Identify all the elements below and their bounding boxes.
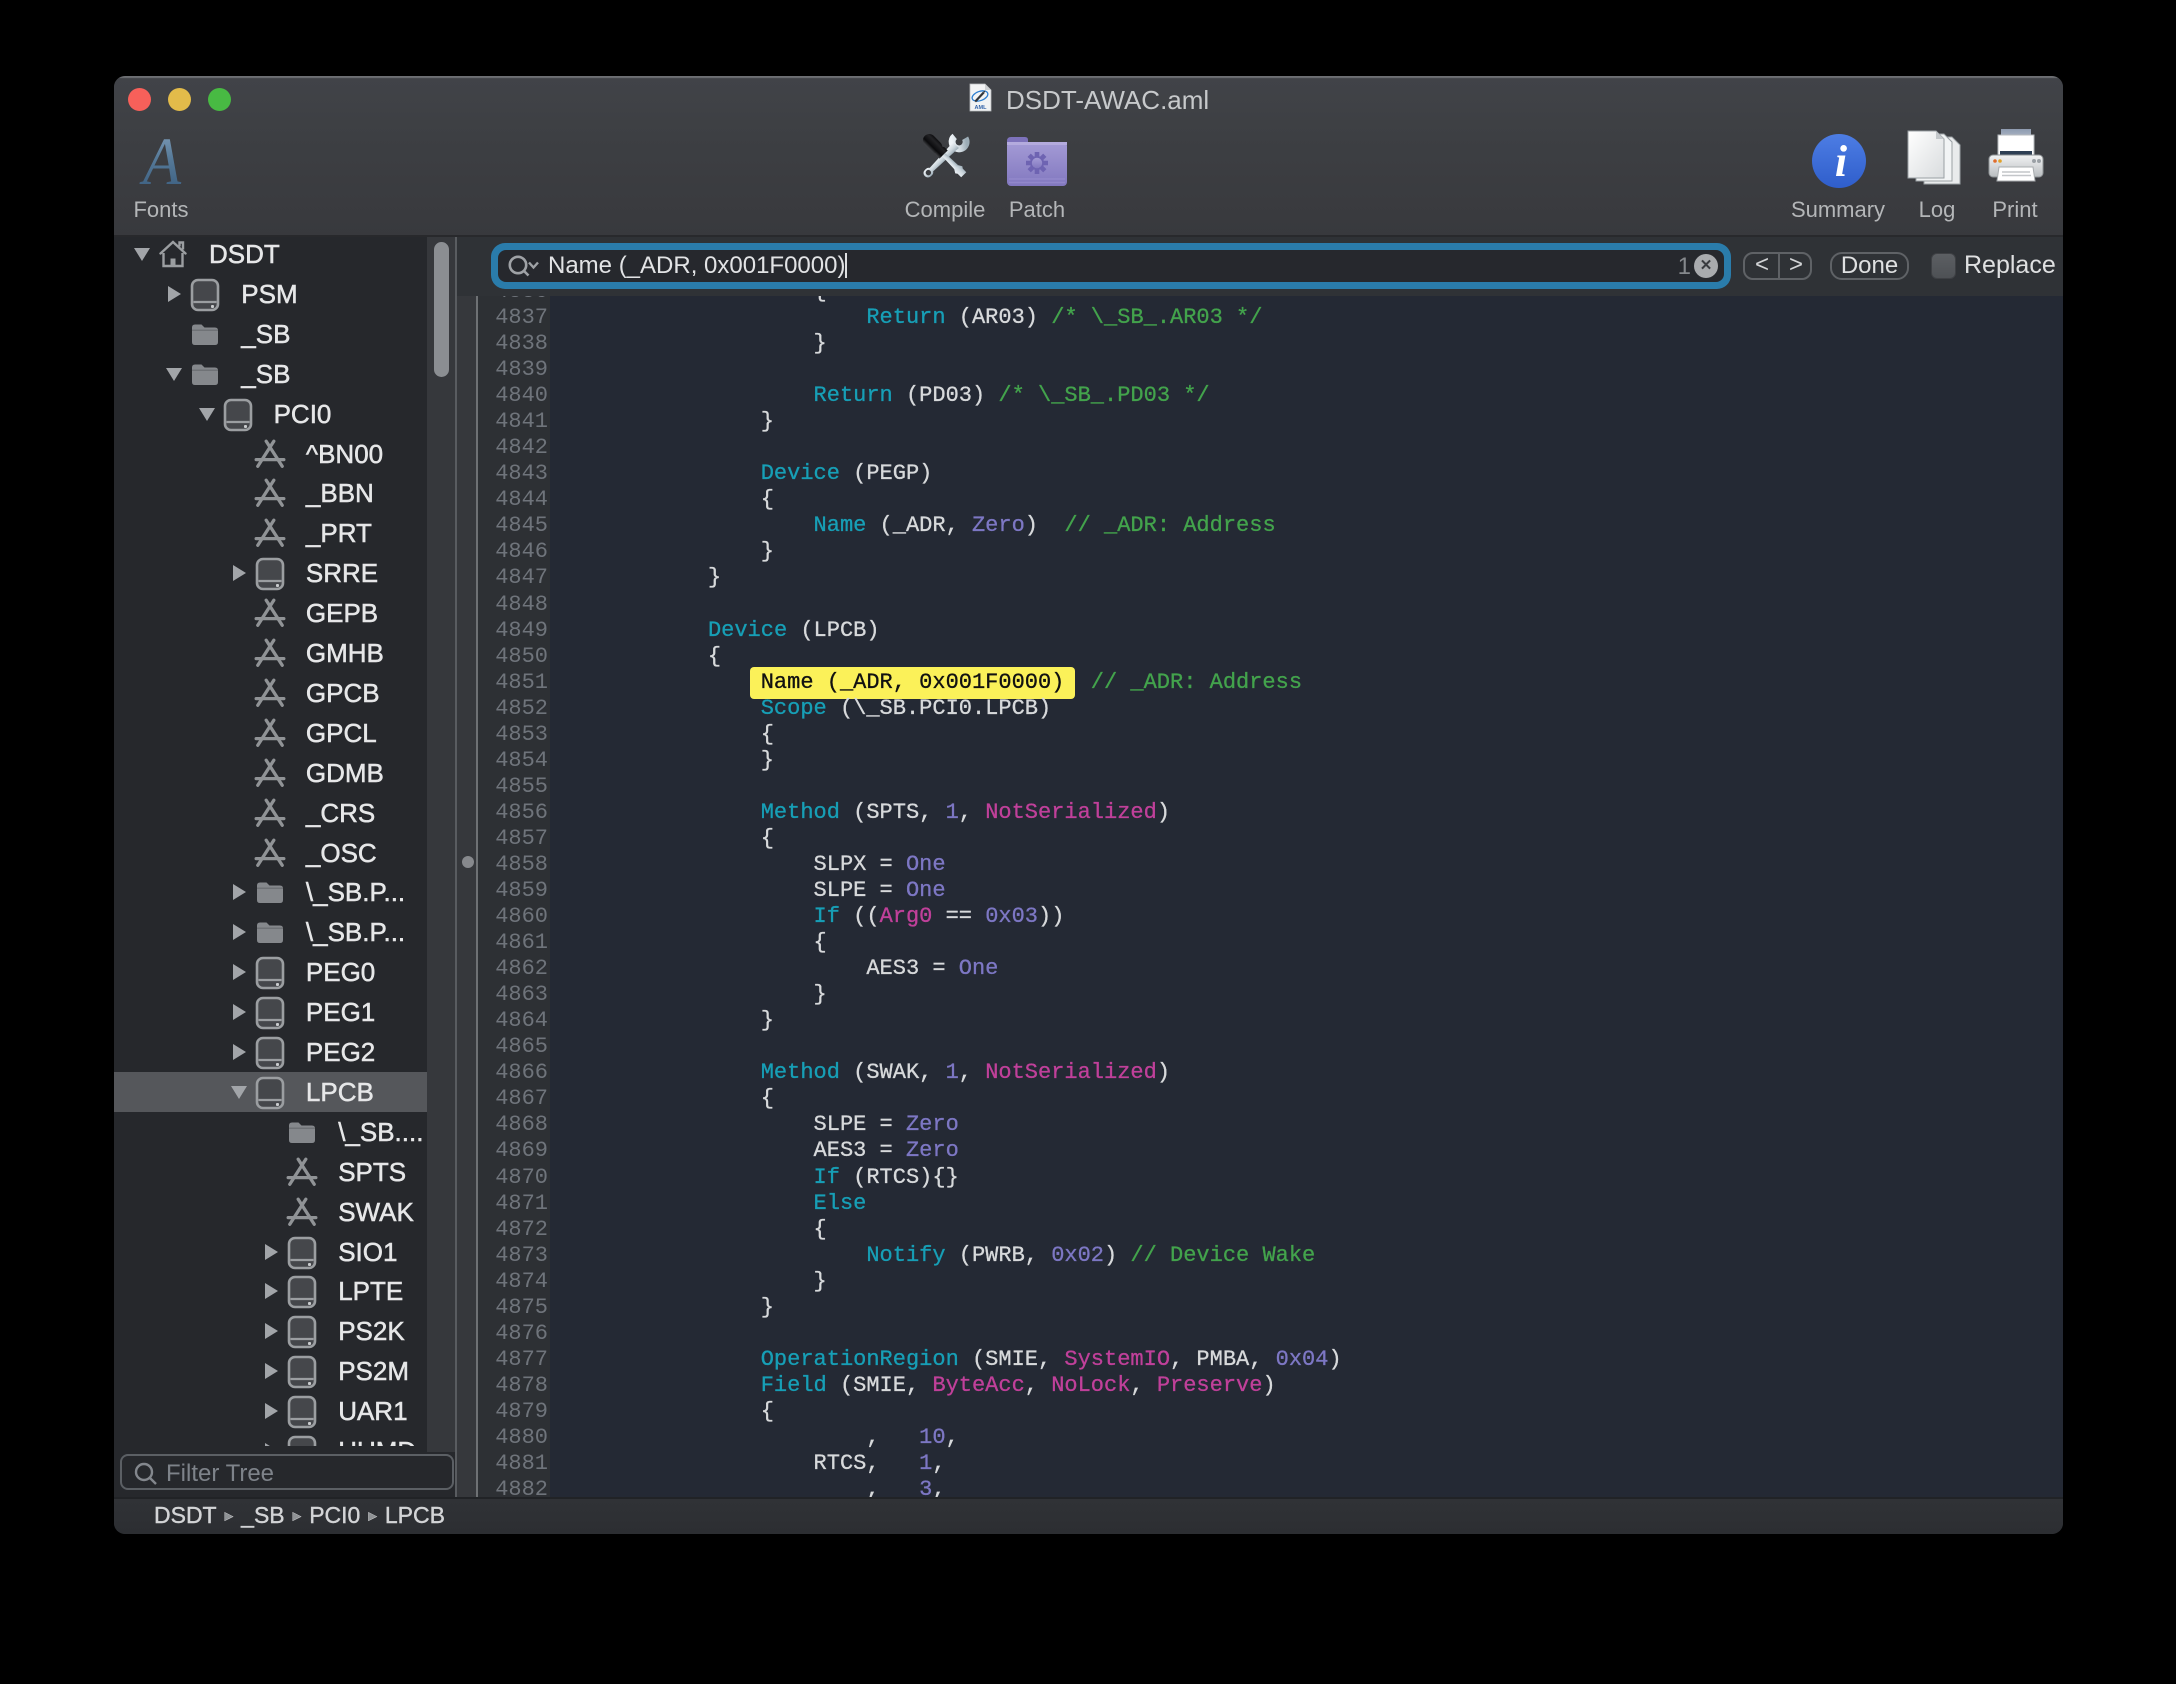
svg-text:AML: AML (975, 105, 988, 111)
svg-text:i: i (1835, 137, 1848, 186)
svg-text:A: A (139, 134, 182, 190)
